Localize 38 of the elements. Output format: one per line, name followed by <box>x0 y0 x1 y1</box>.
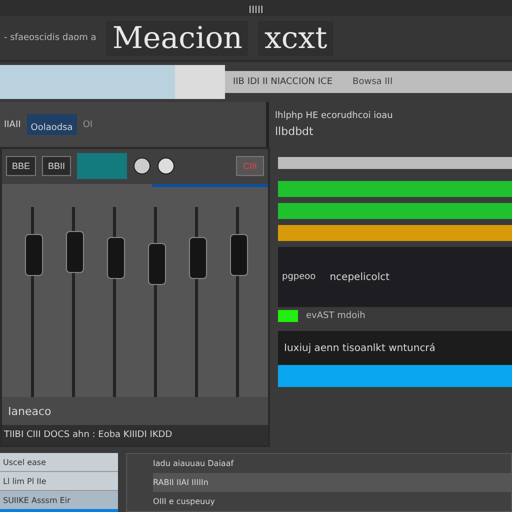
fader-thumb[interactable] <box>66 231 84 274</box>
knob-icon[interactable] <box>133 157 152 176</box>
panel-row[interactable]: RABII IIAI IIIIIn <box>153 473 511 492</box>
level-meter <box>278 310 298 322</box>
banner-text: Iuxiuj aenn tisoanlkt wntuncrá <box>284 342 436 354</box>
mixer-button[interactable]: BBE <box>6 156 36 176</box>
fader-thumb[interactable] <box>148 243 166 286</box>
mixer-button[interactable]: BBII <box>42 156 72 176</box>
panel-row[interactable]: OIII e cuspeuuy <box>153 492 511 511</box>
fader-thumb[interactable] <box>188 237 206 280</box>
blank-panel <box>175 65 225 99</box>
app-title-suffix: xcxt <box>258 20 334 56</box>
toolbar-text: Bowsa III <box>352 77 393 87</box>
track-region[interactable] <box>278 203 512 219</box>
fader-thumb[interactable] <box>230 234 248 276</box>
track-region[interactable] <box>278 181 512 197</box>
mixer-footer-text: TIIBI CIII DOCS ahn : Eoba KIIIDI IKDD <box>4 430 172 440</box>
app-title: Meacion <box>106 20 248 56</box>
sub-text: evAST mdoih <box>306 311 366 321</box>
transport-label: IIAII <box>4 120 21 130</box>
caption-text: - sfaeoscidis daom a <box>4 33 96 43</box>
clip-label: pgpeoo <box>282 272 316 282</box>
mixer-title: Ianeaco <box>8 404 52 418</box>
fader-thumb[interactable] <box>106 237 124 280</box>
toolbar-text: IIB IDI II NIACCION ICE <box>233 77 333 87</box>
info-text: lhlphp HE ecorudhcoi ioau <box>275 111 394 121</box>
menu-text: IIIII <box>248 5 264 16</box>
transport-digits: OI <box>82 120 93 130</box>
browser-row[interactable]: Uscel ease <box>0 453 118 472</box>
panel-row[interactable]: Iadu aiauuau Daiaaf <box>153 454 511 473</box>
fader-thumb[interactable] <box>24 234 42 276</box>
transport-field[interactable]: Oolaodsa <box>26 114 77 135</box>
display-screen <box>77 153 128 180</box>
knob-icon[interactable] <box>157 157 176 176</box>
track-region[interactable] <box>278 225 512 241</box>
info-text: llbdbdt <box>275 125 314 138</box>
browser-row[interactable]: SUIIKE Asssm Eir <box>0 491 118 512</box>
clip-text: ncepelicolct <box>330 272 390 282</box>
